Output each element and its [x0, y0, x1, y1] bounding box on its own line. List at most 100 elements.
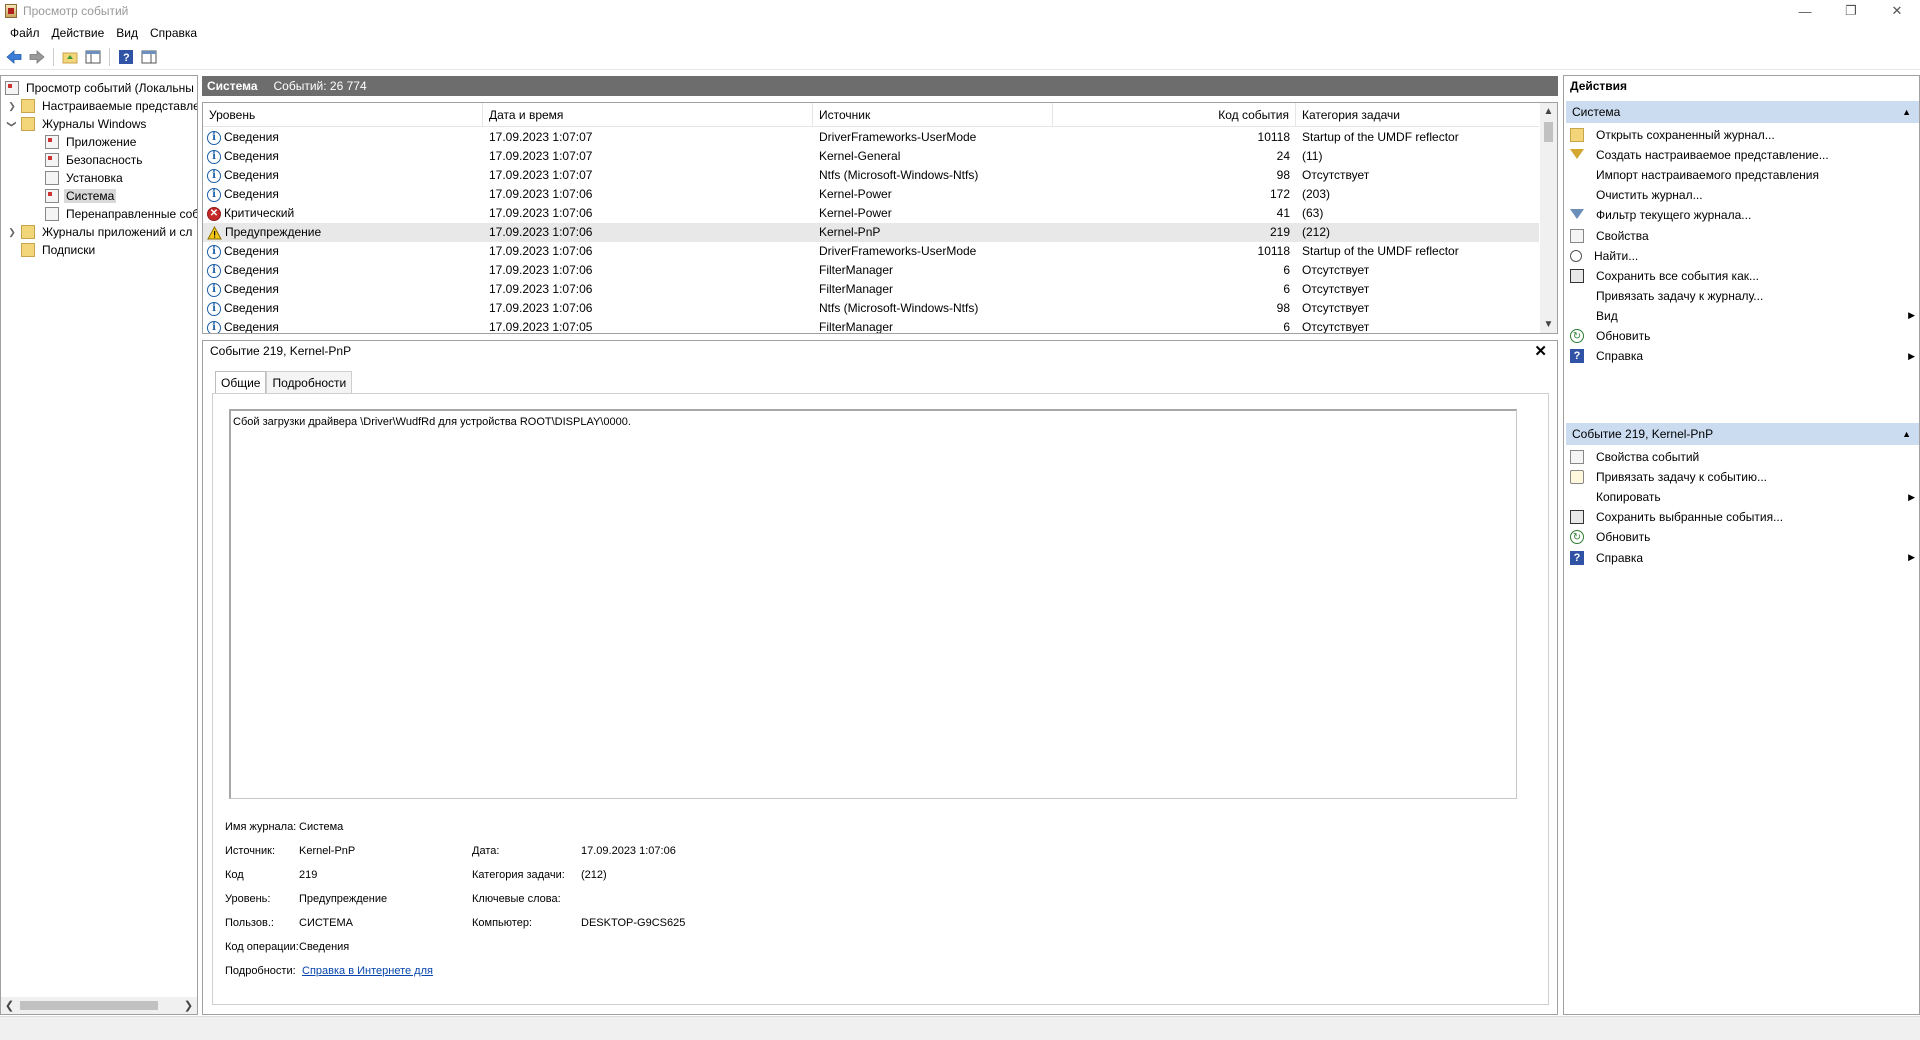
properties-icon[interactable]	[139, 47, 159, 67]
action-item[interactable]: Привязать задачу к журналу...	[1570, 286, 1915, 306]
expand-icon[interactable]: ❯	[7, 227, 17, 237]
tab-details[interactable]: Подробности	[266, 371, 353, 393]
value-task-category[interactable]: (212)	[581, 869, 607, 881]
action-item[interactable]: Очистить журнал...	[1570, 185, 1915, 205]
collapse-section-icon[interactable]: ▲	[1902, 107, 1911, 117]
action-item[interactable]: Сохранить выбранные события...	[1570, 507, 1915, 527]
scroll-right-icon[interactable]: ❯	[180, 999, 197, 1012]
tree-item-custom-views[interactable]: ❯ Настраиваемые представле	[7, 97, 197, 115]
tree-item-security[interactable]: Безопасность	[45, 151, 145, 169]
expand-icon[interactable]: ❯	[7, 101, 17, 111]
table-row[interactable]: i Сведения 17.09.2023 1:07:05 FilterManager…	[203, 318, 1539, 333]
cell-source: Kernel-Power	[819, 206, 892, 220]
online-help-link[interactable]: Справка в Интернете для	[302, 965, 433, 977]
value-level[interactable]: Предупреждение	[299, 893, 387, 905]
action-item[interactable]: Свойства	[1570, 226, 1915, 246]
menu-help[interactable]: Справка	[144, 22, 203, 44]
value-opcode[interactable]: Сведения	[299, 941, 349, 953]
open-log-icon	[1570, 128, 1584, 142]
collapse-section-icon[interactable]: ▲	[1902, 429, 1911, 439]
table-row[interactable]: i Сведения 17.09.2023 1:07:07 Ntfs (Microso…	[203, 166, 1539, 185]
table-row[interactable]: Предупреждение 17.09.2023 1:07:06 Kernel-P…	[203, 223, 1539, 242]
event-description[interactable]: Сбой загрузки драйвера \Driver\WudfRd дл…	[229, 409, 1517, 799]
column-header-datetime[interactable]: Дата и время	[483, 103, 813, 127]
warning-icon	[207, 225, 222, 240]
value-code[interactable]: 219	[299, 869, 317, 881]
cell-level: i Сведения	[207, 261, 477, 280]
scroll-thumb[interactable]	[1544, 122, 1553, 142]
menu-file[interactable]: Файл	[4, 22, 46, 44]
column-header-level[interactable]: Уровень	[203, 103, 483, 127]
value-computer[interactable]: DESKTOP-G9CS625	[581, 917, 685, 929]
action-item[interactable]: Импорт настраиваемого представления	[1570, 165, 1915, 185]
scroll-up-icon[interactable]: ▲	[1540, 103, 1557, 120]
minimize-button[interactable]: —	[1782, 0, 1828, 22]
value-date[interactable]: 17.09.2023 1:07:06	[581, 845, 676, 857]
action-label: Справка	[1596, 550, 1644, 565]
action-item[interactable]: Сохранить все события как...	[1570, 266, 1915, 286]
help-icon: ?	[1570, 550, 1584, 565]
help-icon[interactable]: ?	[116, 47, 136, 67]
tree-item-forwarded[interactable]: Перенаправленные соб	[45, 205, 197, 223]
cell-level: i Сведения	[207, 318, 477, 333]
action-item[interactable]: Фильтр текущего журнала...	[1570, 205, 1915, 225]
value-user[interactable]: СИСТЕМА	[299, 917, 353, 929]
action-item[interactable]: Вид ▶	[1570, 306, 1915, 326]
action-item[interactable]: ? Справка ▶	[1570, 346, 1915, 366]
folder-up-icon[interactable]	[60, 47, 80, 67]
table-row[interactable]: i Сведения 17.09.2023 1:07:07 Kernel-Genera…	[203, 147, 1539, 166]
table-row[interactable]: ✕ Критический 17.09.2023 1:07:06 Kernel-Pow…	[203, 204, 1539, 223]
table-row[interactable]: i Сведения 17.09.2023 1:07:06 DriverFramewo…	[203, 242, 1539, 261]
tree-item-subscriptions[interactable]: Подписки	[21, 241, 97, 259]
action-item[interactable]: ? Справка ▶	[1570, 548, 1915, 568]
actions-section-event[interactable]: Событие 219, Kernel-PnP ▲	[1566, 423, 1919, 445]
back-icon[interactable]	[4, 47, 24, 67]
tree-item-setup[interactable]: Установка	[45, 169, 125, 187]
forward-icon[interactable]	[27, 47, 47, 67]
restore-button[interactable]: ❐	[1828, 0, 1874, 22]
action-item[interactable]: Свойства событий	[1570, 447, 1915, 467]
scroll-down-icon[interactable]: ▼	[1540, 316, 1557, 333]
menu-view[interactable]: Вид	[110, 22, 144, 44]
cell-level: Предупреждение	[207, 223, 477, 242]
action-item[interactable]: ↻ Обновить	[1570, 326, 1915, 346]
action-item[interactable]: Найти...	[1570, 246, 1915, 266]
label-code: Код	[225, 869, 244, 881]
tree-item-system[interactable]: Система	[45, 187, 117, 205]
events-vertical-scrollbar[interactable]: ▲ ▼	[1540, 103, 1557, 333]
menu-action[interactable]: Действие	[46, 22, 111, 44]
value-source[interactable]: Kernel-PnP	[299, 845, 355, 857]
column-header-code[interactable]: Код события	[1053, 103, 1296, 127]
value-log-name[interactable]: Система	[299, 821, 343, 833]
action-item[interactable]: Открыть сохраненный журнал...	[1570, 125, 1915, 145]
tree-item-windows-logs[interactable]: ❯ Журналы Windows	[7, 115, 148, 133]
cell-datetime: 17.09.2023 1:07:06	[489, 206, 593, 220]
column-header-source[interactable]: Источник	[813, 103, 1053, 127]
table-row[interactable]: i Сведения 17.09.2023 1:07:06 Kernel-Power 1…	[203, 185, 1539, 204]
show-pane-icon[interactable]	[83, 47, 103, 67]
close-window-button[interactable]: ✕	[1874, 0, 1920, 22]
action-item[interactable]: Привязать задачу к событию...	[1570, 467, 1915, 487]
toolbar: ?	[0, 44, 1920, 70]
table-row[interactable]: i Сведения 17.09.2023 1:07:07 DriverFramewo…	[203, 128, 1539, 147]
tab-general[interactable]: Общие	[215, 371, 267, 394]
scroll-left-icon[interactable]: ❮	[1, 999, 18, 1012]
action-item[interactable]: Создать настраиваемое представление...	[1570, 145, 1915, 165]
table-row[interactable]: i Сведения 17.09.2023 1:07:06 Ntfs (Microso…	[203, 299, 1539, 318]
tree-item-app-logs[interactable]: ❯ Журналы приложений и сл	[7, 223, 194, 241]
table-row[interactable]: i Сведения 17.09.2023 1:07:06 FilterManager…	[203, 261, 1539, 280]
action-label: Сохранить все события как...	[1596, 268, 1759, 283]
tree-item-root[interactable]: Просмотр событий (Локальны	[5, 79, 196, 97]
cell-category: Startup of the UMDF reflector	[1302, 244, 1459, 258]
close-details-icon[interactable]: ✕	[1534, 342, 1547, 360]
column-header-category[interactable]: Категория задачи	[1296, 103, 1539, 127]
tree-horizontal-scrollbar[interactable]: ❮ ❯	[1, 997, 197, 1014]
action-item[interactable]: Копировать ▶	[1570, 487, 1915, 507]
action-item[interactable]: ↻ Обновить	[1570, 527, 1915, 547]
table-row[interactable]: i Сведения 17.09.2023 1:07:06 FilterManager…	[203, 280, 1539, 299]
tree-item-application[interactable]: Приложение	[45, 133, 138, 151]
cell-code: 41	[1276, 206, 1290, 220]
scroll-thumb[interactable]	[20, 1001, 158, 1010]
actions-section-system[interactable]: Система ▲	[1566, 101, 1919, 123]
collapse-icon[interactable]: ❯	[7, 119, 18, 129]
